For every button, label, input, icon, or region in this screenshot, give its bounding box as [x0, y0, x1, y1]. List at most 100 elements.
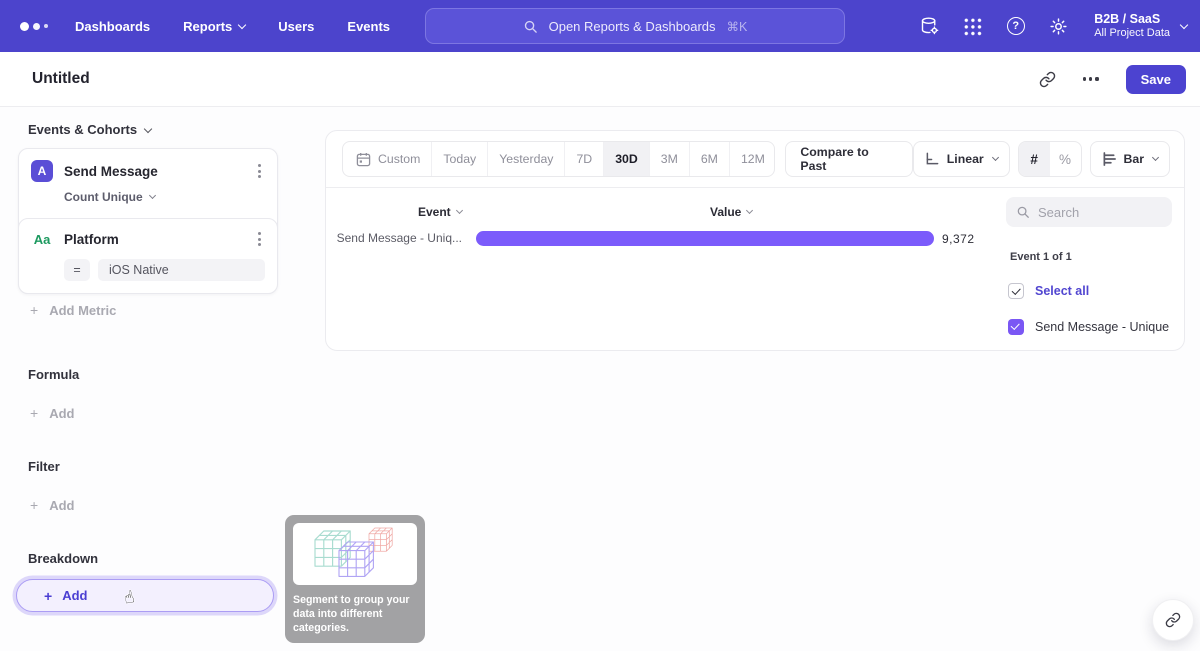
bar-chart-icon	[1102, 152, 1117, 166]
range-30d-selected[interactable]: 30D	[603, 142, 649, 176]
range-7d[interactable]: 7D	[564, 142, 603, 176]
plus-icon: +	[30, 497, 38, 513]
breakdown-tooltip: Segment to group your data into differen…	[285, 515, 425, 643]
report-actions: Save	[1039, 65, 1186, 94]
search-icon	[1016, 205, 1030, 219]
project-text: B2B / SaaS All Project Data	[1094, 11, 1170, 41]
plus-icon: +	[30, 302, 38, 318]
add-metric-button[interactable]: + Add Metric	[30, 302, 116, 318]
metric-event-name[interactable]: Send Message	[64, 164, 158, 179]
global-search-input[interactable]: Open Reports & Dashboards ⌘K	[425, 8, 845, 44]
insights-chart-card: Custom Today Yesterday 7D 30D 3M 6M 12M …	[325, 130, 1185, 351]
add-breakdown-button[interactable]: + Add	[16, 579, 274, 612]
value-format-toggle: # %	[1018, 141, 1082, 177]
kebab-menu-icon[interactable]	[254, 230, 265, 248]
report-title[interactable]: Untitled	[32, 70, 90, 88]
top-navbar: Dashboards Reports Users Events Open Rep…	[0, 0, 1200, 52]
chart-toolbar: Custom Today Yesterday 7D 30D 3M 6M 12M …	[342, 141, 1170, 177]
chevron-down-icon	[1180, 20, 1188, 28]
project-switcher[interactable]: B2B / SaaS All Project Data	[1094, 11, 1187, 41]
legend-count-label: Event 1 of 1	[1010, 251, 1172, 263]
chevron-down-icon	[456, 207, 463, 214]
bar-value-label: 9,372	[942, 232, 975, 246]
report-header: Untitled Save	[0, 52, 1200, 107]
range-6m[interactable]: 6M	[689, 142, 729, 176]
chevron-down-icon	[992, 154, 999, 161]
keyboard-shortcut: ⌘K	[727, 19, 748, 34]
nav-item-events[interactable]: Events	[347, 19, 390, 34]
series-label: Send Message - Unique	[1035, 320, 1169, 334]
help-icon[interactable]	[1005, 16, 1026, 37]
legend-search-placeholder: Search	[1038, 205, 1079, 220]
project-name: B2B / SaaS	[1094, 11, 1170, 27]
metric-card: A Send Message Count Unique Aa Platform …	[18, 148, 278, 294]
apps-grid-icon[interactable]	[962, 16, 983, 37]
bar-send-message-unique[interactable]	[476, 231, 934, 246]
range-today[interactable]: Today	[431, 142, 487, 176]
primary-nav: Dashboards Reports Users Events	[75, 19, 390, 34]
property-name[interactable]: Platform	[64, 232, 119, 247]
compare-to-past-button[interactable]: Compare to Past	[785, 141, 912, 177]
chevron-down-icon	[144, 124, 152, 132]
bar-row-label: Send Message - Uniq...	[332, 231, 462, 245]
chevron-down-icon	[238, 20, 246, 28]
property-value-chip[interactable]: iOS Native	[98, 259, 265, 281]
nav-item-users[interactable]: Users	[278, 19, 314, 34]
linear-scale-icon	[925, 152, 940, 166]
aggregation-selector[interactable]: Count Unique	[64, 190, 265, 204]
search-placeholder: Open Reports & Dashboards	[549, 19, 716, 34]
legend-series-row[interactable]: Send Message - Unique	[1008, 319, 1172, 335]
plus-icon: +	[44, 588, 52, 604]
series-checkbox-checked[interactable]	[1008, 319, 1024, 335]
copy-link-icon[interactable]	[1039, 71, 1056, 88]
chevron-down-icon	[149, 192, 156, 199]
select-all-label: Select all	[1035, 284, 1089, 298]
nav-item-dashboards[interactable]: Dashboards	[75, 19, 150, 34]
project-subtitle: All Project Data	[1094, 27, 1170, 41]
calendar-icon	[356, 152, 371, 167]
date-range-segmented-control: Custom Today Yesterday 7D 30D 3M 6M 12M	[342, 141, 775, 177]
absolute-numbers-toggle[interactable]: #	[1019, 142, 1050, 176]
range-yesterday[interactable]: Yesterday	[487, 142, 564, 176]
add-formula-button[interactable]: + Add	[30, 405, 74, 421]
column-header-event[interactable]: Event	[418, 205, 462, 219]
tooltip-text: Segment to group your data into differen…	[293, 593, 417, 635]
breakdown-heading: Breakdown	[28, 551, 98, 566]
toolbar-divider	[326, 187, 1184, 188]
select-all-checkbox[interactable]	[1008, 283, 1024, 299]
data-management-icon[interactable]	[919, 16, 940, 37]
filter-heading: Filter	[28, 459, 60, 474]
formula-heading: Formula	[28, 367, 79, 382]
plus-icon: +	[30, 405, 38, 421]
select-all-row[interactable]: Select all	[1008, 283, 1172, 299]
events-cohorts-heading[interactable]: Events & Cohorts	[28, 122, 151, 137]
more-options-icon[interactable]	[1083, 77, 1099, 80]
series-legend-panel: Search Event 1 of 1 Select all Send Mess…	[1006, 197, 1172, 335]
report-builder-content: Events & Cohorts A Send Message Count Un…	[0, 107, 1200, 651]
metric-event-block: A Send Message Count Unique	[19, 149, 277, 214]
settings-gear-icon[interactable]	[1048, 16, 1069, 37]
chevron-down-icon	[746, 207, 753, 214]
link-icon	[1165, 612, 1181, 628]
mixpanel-logo[interactable]	[20, 22, 48, 31]
column-header-value[interactable]: Value	[710, 205, 752, 219]
event-letter-badge: A	[31, 160, 53, 182]
chevron-down-icon	[1152, 154, 1159, 161]
range-3m[interactable]: 3M	[649, 142, 689, 176]
range-custom[interactable]: Custom	[343, 142, 431, 176]
scale-selector[interactable]: Linear	[913, 141, 1010, 177]
nav-item-reports[interactable]: Reports	[183, 19, 245, 34]
navbar-right-cluster: B2B / SaaS All Project Data	[919, 0, 1187, 52]
share-link-fab[interactable]	[1152, 599, 1194, 641]
percent-toggle[interactable]: %	[1050, 142, 1081, 176]
segmentation-cubes-illustration	[293, 523, 417, 585]
operator-chip[interactable]: =	[64, 259, 90, 281]
search-icon	[523, 19, 538, 34]
add-filter-button[interactable]: + Add	[30, 497, 74, 513]
kebab-menu-icon[interactable]	[254, 162, 265, 180]
legend-search-input[interactable]: Search	[1006, 197, 1172, 227]
range-12m[interactable]: 12M	[729, 142, 775, 176]
save-button[interactable]: Save	[1126, 65, 1186, 94]
chart-type-selector[interactable]: Bar	[1090, 141, 1171, 177]
property-type-badge: Aa	[31, 232, 53, 247]
